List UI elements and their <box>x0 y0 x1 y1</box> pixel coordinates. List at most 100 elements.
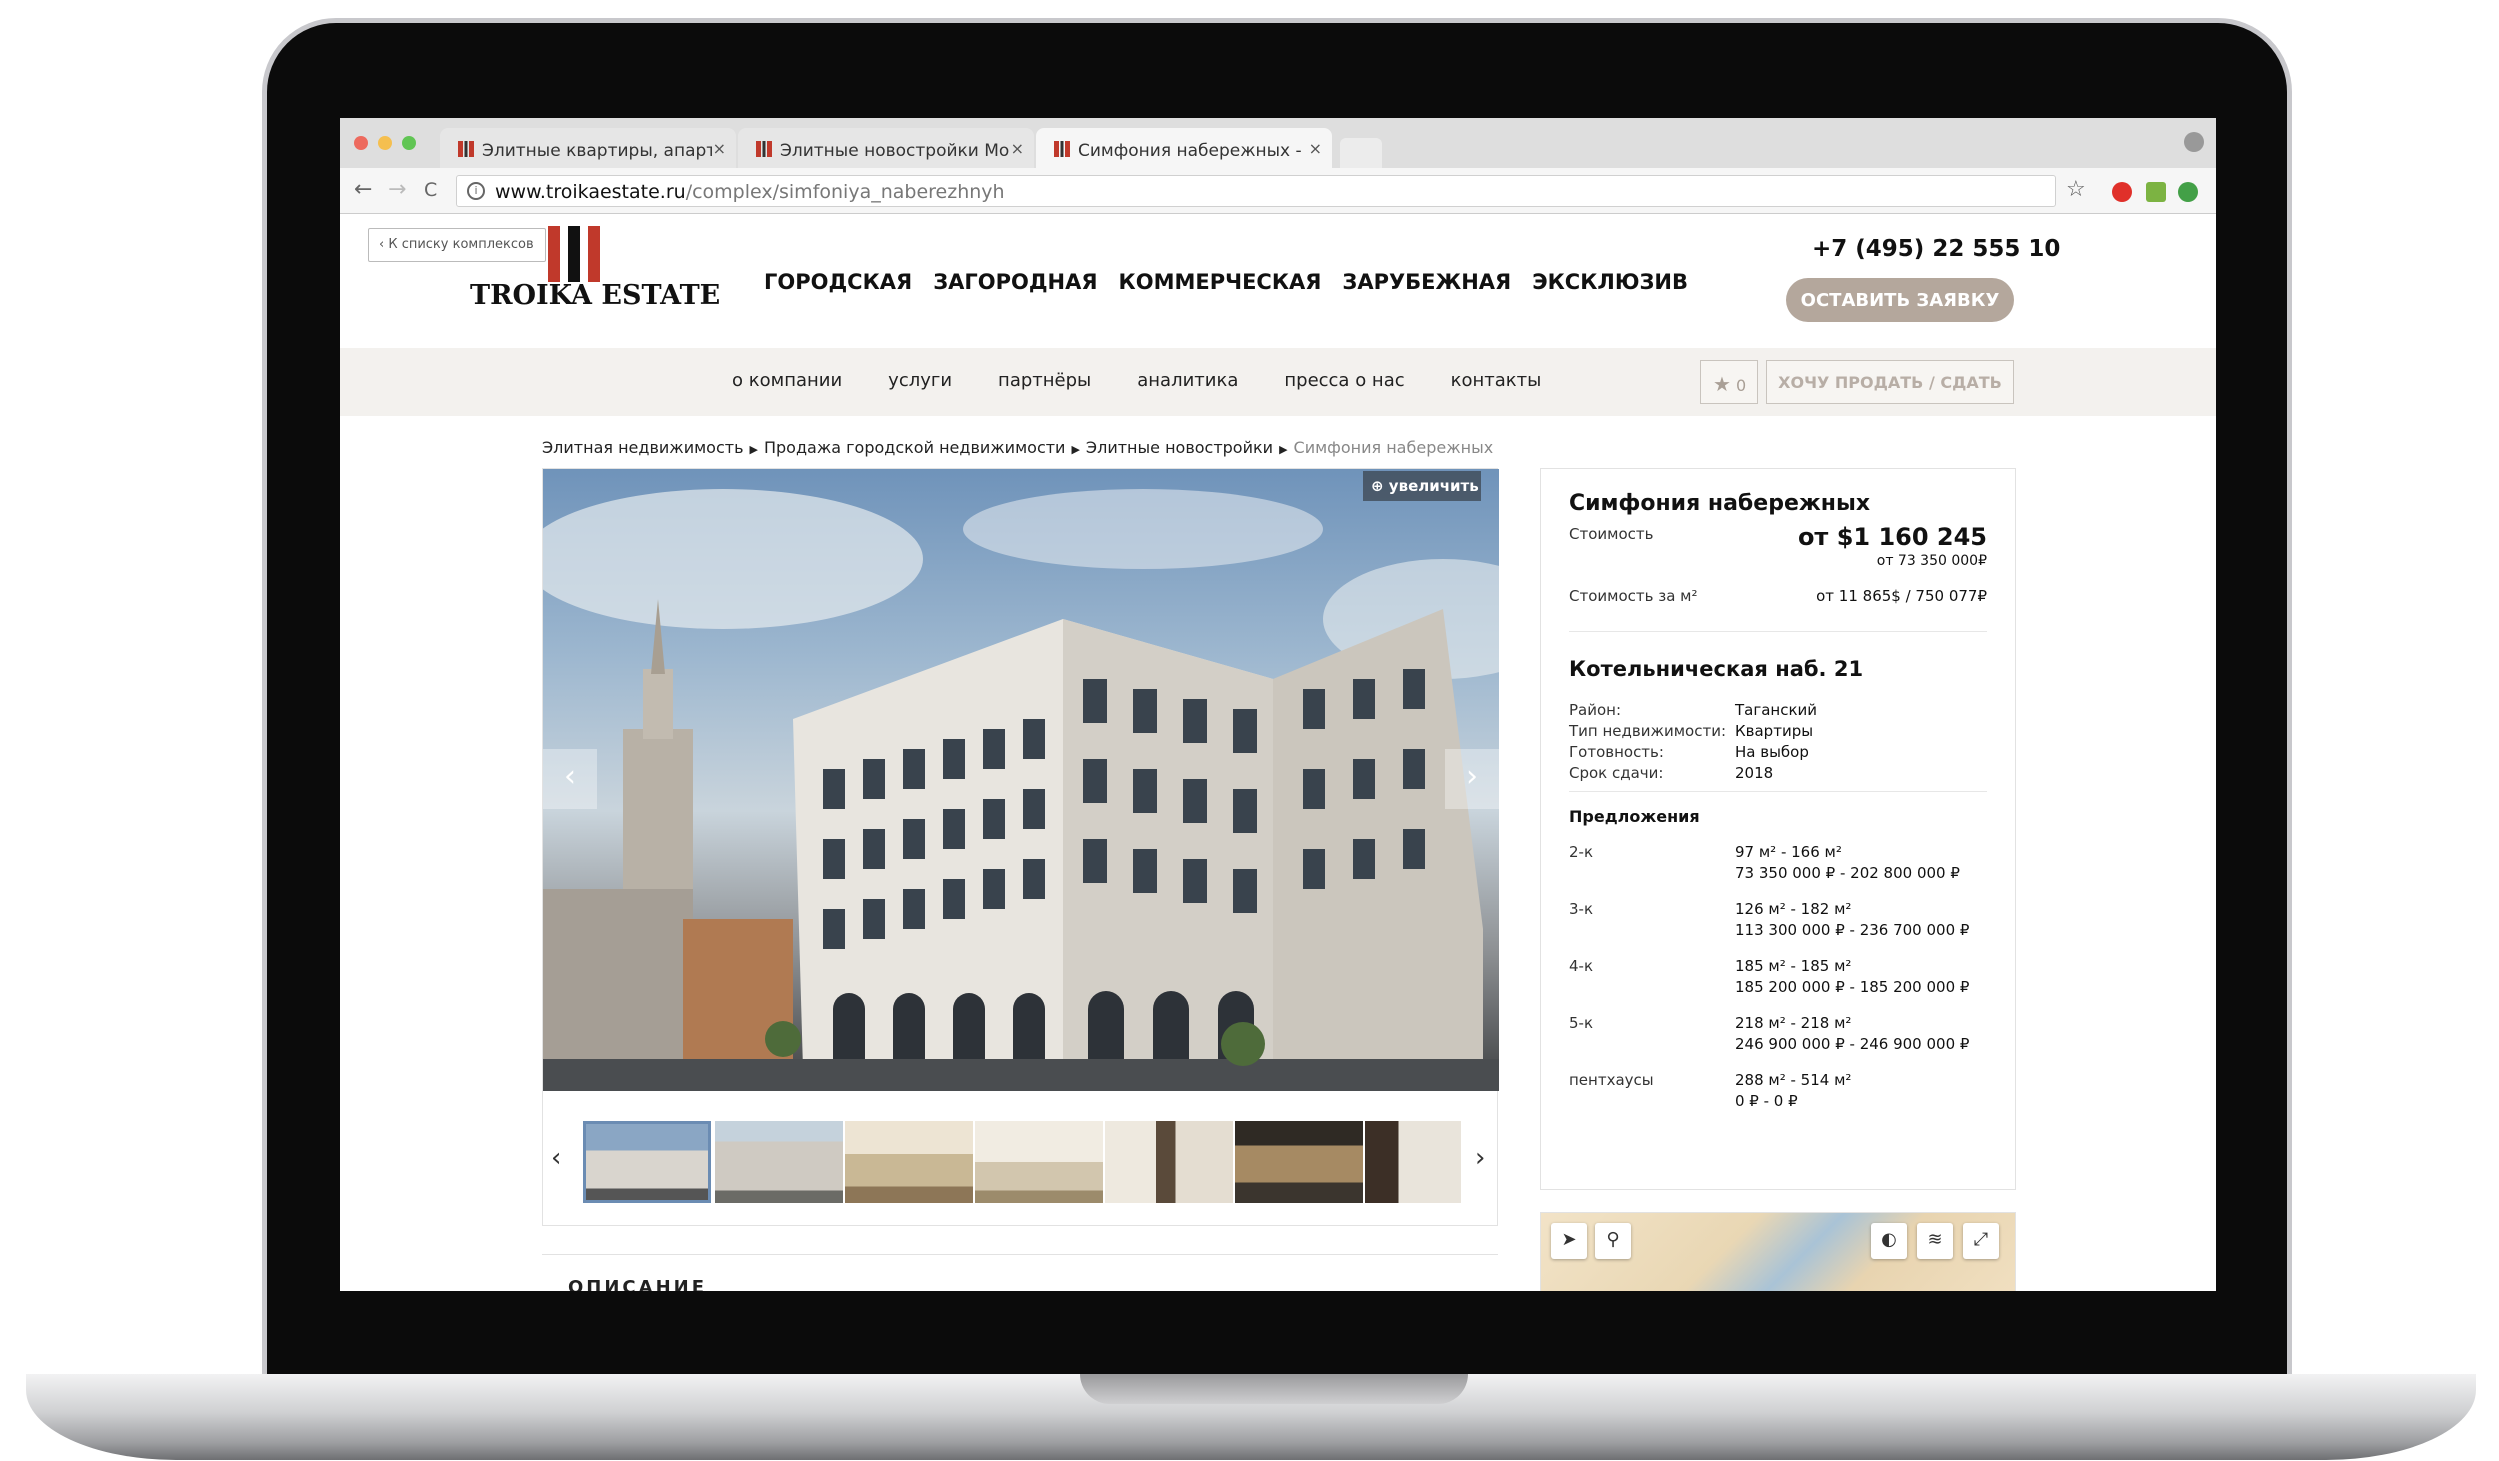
price-per-m2-label: Стоимость за м² <box>1569 587 1698 605</box>
tab-1[interactable]: Элитные квартиры, апартаме × <box>440 128 736 168</box>
zoom-button[interactable]: ⊕ увеличить <box>1363 471 1481 501</box>
offer-area: 218 м² - 218 м² <box>1735 1014 1852 1032</box>
reload-icon[interactable]: C <box>424 179 437 201</box>
back-arrow-icon[interactable]: ← <box>354 177 372 202</box>
thumbs-next-arrow-icon[interactable]: › <box>1475 1143 1485 1173</box>
price-per-m2: от 11 865$ / 750 077₽ <box>1816 587 1987 605</box>
fullscreen-icon[interactable]: ⤢ <box>1963 1223 1999 1259</box>
divider <box>1569 791 1987 792</box>
address-bar-row: ← → C i www.troikaestate.ru/complex/simf… <box>340 168 2216 214</box>
breadcrumb-link[interactable]: Элитная недвижимость <box>542 438 744 457</box>
photo-prev-arrow-icon[interactable]: ‹ <box>543 749 597 809</box>
breadcrumb-link[interactable]: Продажа городской недвижимости <box>764 438 1065 457</box>
locate-icon[interactable]: ➤ <box>1551 1223 1587 1259</box>
nav-item-abroad[interactable]: ЗАРУБЕЖНАЯ <box>1342 270 1511 294</box>
offer-type[interactable]: пентхаусы <box>1569 1071 1654 1089</box>
photo-gallery: ⊕ увеличить ‹ › ‹ › <box>542 468 1499 1226</box>
layers-icon[interactable]: ≋ <box>1917 1223 1953 1259</box>
logo-mark-icon[interactable] <box>540 226 610 282</box>
thumbnail[interactable] <box>1105 1121 1233 1203</box>
minimize-window-button[interactable] <box>378 136 392 150</box>
phone-number[interactable]: +7 (495) 22 555 10 <box>1812 236 2060 262</box>
offer-area: 288 м² - 514 м² <box>1735 1071 1852 1089</box>
logo-text[interactable]: TROIKA ESTATE <box>470 280 720 311</box>
close-tab-icon[interactable]: × <box>1309 139 1322 158</box>
property-title: Симфония набережных <box>1569 491 1871 516</box>
subnav-item-partners[interactable]: партнёры <box>998 370 1091 391</box>
offer-price: 0 ₽ - 0 ₽ <box>1735 1092 1798 1110</box>
tab-3-active[interactable]: Симфония набережных - куп × <box>1036 128 1332 168</box>
offer-type[interactable]: 4-к <box>1569 957 1593 975</box>
favicon-icon <box>1054 141 1070 157</box>
detail-value: Таганский <box>1735 701 1818 719</box>
subnav-item-contacts[interactable]: контакты <box>1451 370 1542 391</box>
tab-bar: Элитные квартиры, апартаме × Элитные нов… <box>340 118 2216 168</box>
traffic-icon[interactable]: ◐ <box>1871 1223 1907 1259</box>
close-tab-icon[interactable]: × <box>1011 139 1024 158</box>
favorites-button[interactable]: ★ 0 <box>1700 360 1758 404</box>
detail-label: Тип недвижимости: <box>1569 722 1727 740</box>
subnav-item-analytics[interactable]: аналитика <box>1137 370 1238 391</box>
building-render <box>543 489 1499 1091</box>
close-tab-icon[interactable]: × <box>713 139 726 158</box>
subnav-item-services[interactable]: услуги <box>888 370 952 391</box>
screen: Элитные квартиры, апартаме × Элитные нов… <box>340 118 2216 1291</box>
price-rub: от 73 350 000₽ <box>1876 553 1987 569</box>
location-map[interactable]: ➤ ⚲ ◐ ≋ ⤢ <box>1540 1212 2016 1291</box>
logo-bar <box>548 226 560 282</box>
breadcrumb-separator-icon: ▶ <box>1071 443 1080 456</box>
forward-arrow-icon[interactable]: → <box>388 177 406 202</box>
sub-nav: о компании услуги партнёры аналитика пре… <box>340 348 2216 416</box>
notes-extension-icon[interactable] <box>2146 182 2166 202</box>
info-icon[interactable]: i <box>467 182 485 200</box>
profile-icon[interactable] <box>2184 132 2204 152</box>
thumbnail[interactable] <box>975 1121 1103 1203</box>
tab-title: Элитные новостройки Моск <box>780 141 1010 161</box>
offer-type[interactable]: 2-к <box>1569 843 1593 861</box>
leave-request-button[interactable]: ОСТАВИТЬ ЗАЯВКУ <box>1786 278 2014 322</box>
offer-type[interactable]: 3-к <box>1569 900 1593 918</box>
url-field[interactable]: i www.troikaestate.ru/complex/simfoniya_… <box>456 175 2056 207</box>
nav-item-country[interactable]: ЗАГОРОДНАЯ <box>933 270 1097 294</box>
green-extension-icon[interactable] <box>2178 182 2198 202</box>
breadcrumb-separator-icon: ▶ <box>749 443 758 456</box>
thumbs-prev-arrow-icon[interactable]: ‹ <box>551 1143 561 1173</box>
bookmark-star-icon[interactable]: ☆ <box>2066 177 2086 202</box>
thumbnail[interactable] <box>1235 1121 1363 1203</box>
breadcrumb-link[interactable]: Элитные новостройки <box>1086 438 1273 457</box>
nav-item-exclusive[interactable]: ЭКСКЛЮЗИВ <box>1532 270 1688 294</box>
tab-title: Симфония набережных - куп <box>1078 141 1308 161</box>
thumbnail[interactable] <box>715 1121 843 1203</box>
nav-item-city[interactable]: ГОРОДСКАЯ <box>764 270 912 294</box>
thumbnail[interactable] <box>583 1121 711 1203</box>
back-to-list-button[interactable]: ‹ К списку комплексов <box>368 228 546 262</box>
offer-price: 246 900 000 ₽ - 246 900 000 ₽ <box>1735 1035 1970 1053</box>
description-heading: ОПИСАНИЕ <box>568 1277 707 1291</box>
detail-label: Срок сдачи: <box>1569 764 1664 782</box>
new-tab-button[interactable] <box>1340 138 1382 168</box>
tab-2[interactable]: Элитные новостройки Моск × <box>738 128 1034 168</box>
breadcrumb-current: Симфония набережных <box>1293 438 1494 457</box>
sell-rent-button[interactable]: ХОЧУ ПРОДАТЬ / СДАТЬ <box>1766 360 2014 404</box>
thumbnail[interactable] <box>845 1121 973 1203</box>
thumbnail-strip: ‹ › <box>543 1111 1499 1211</box>
detail-label: Готовность: <box>1569 743 1664 761</box>
thumbnail[interactable] <box>1365 1121 1461 1203</box>
offer-type[interactable]: 5-к <box>1569 1014 1593 1032</box>
close-window-button[interactable] <box>354 136 368 150</box>
photo-next-arrow-icon[interactable]: › <box>1445 749 1499 809</box>
offers-title: Предложения <box>1569 807 1700 826</box>
opera-extension-icon[interactable] <box>2112 182 2132 202</box>
zoom-label: увеличить <box>1388 477 1479 495</box>
subnav-item-about[interactable]: о компании <box>732 370 842 391</box>
subnav-item-press[interactable]: пресса о нас <box>1284 370 1404 391</box>
nav-item-commercial[interactable]: КОММЕРЧЕСКАЯ <box>1119 270 1322 294</box>
logo-bar <box>588 226 600 282</box>
detail-value: 2018 <box>1735 764 1774 782</box>
search-icon[interactable]: ⚲ <box>1595 1223 1631 1259</box>
main-photo[interactable]: ⊕ увеличить ‹ › <box>543 469 1499 1091</box>
price-usd: от $1 160 245 <box>1797 523 1987 551</box>
maximize-window-button[interactable] <box>402 136 416 150</box>
property-info-panel: Симфония набережных Стоимость от $1 160 … <box>1540 468 2016 1190</box>
detail-value: Квартиры <box>1735 722 1814 740</box>
